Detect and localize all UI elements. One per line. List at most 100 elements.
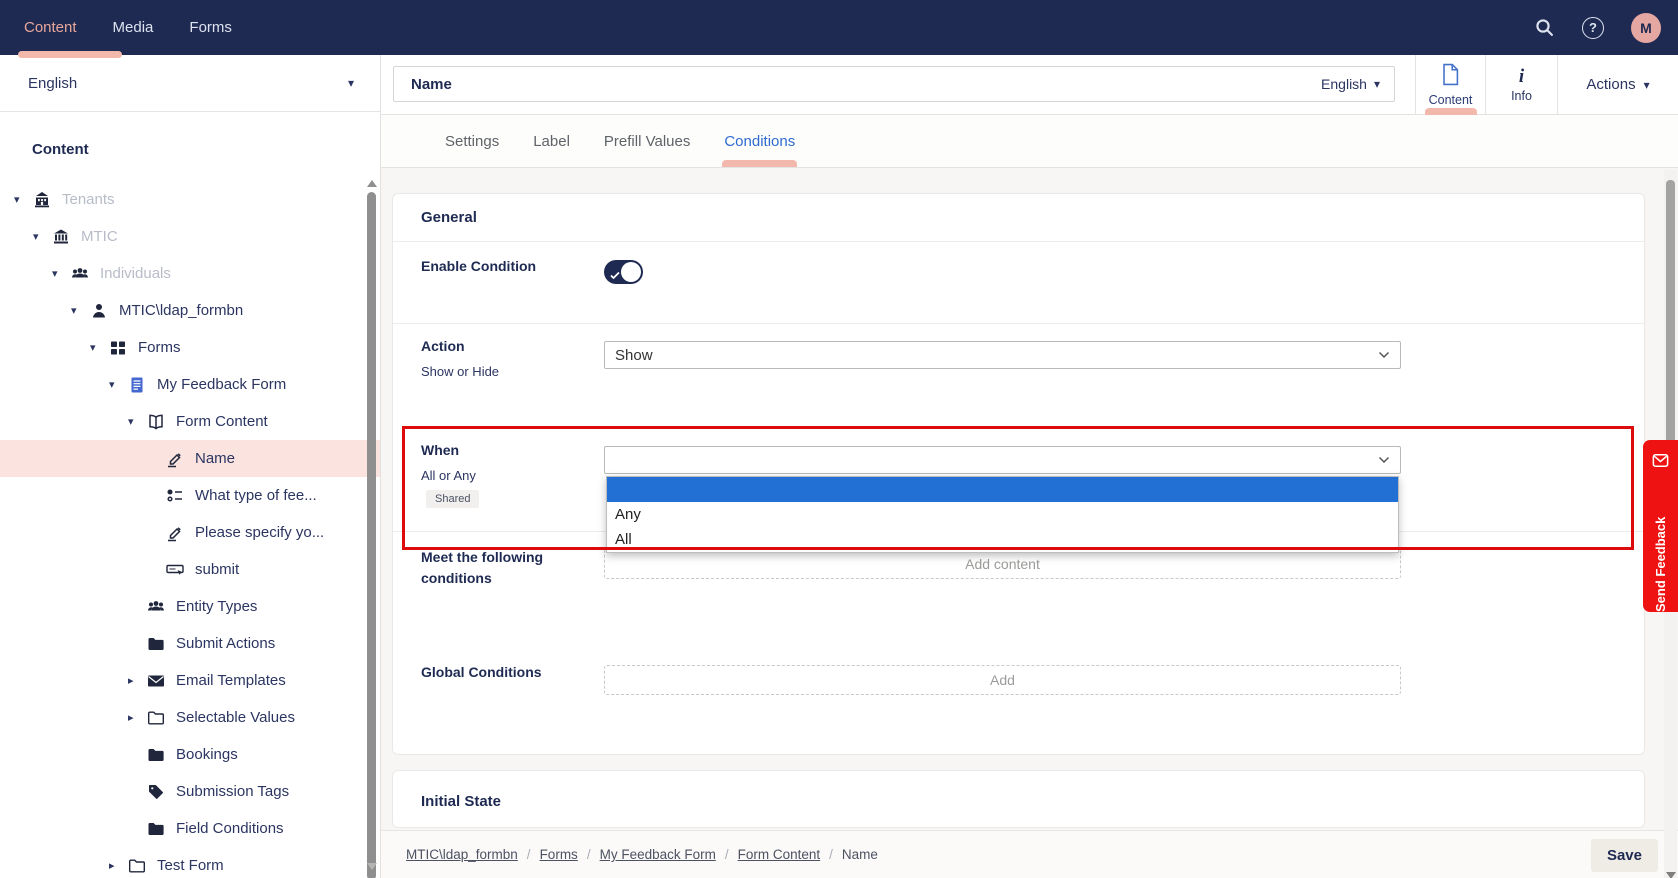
page-header: Name English ▾ Content i Info Actio	[381, 55, 1678, 115]
tree-item[interactable]: Name	[0, 440, 380, 477]
nav-tab[interactable]: Content	[24, 0, 77, 55]
nav-tab[interactable]: Forms	[189, 0, 232, 55]
tree-item[interactable]: ▾ Forms	[0, 329, 380, 366]
action-select[interactable]: Show	[604, 341, 1401, 369]
send-feedback-tab[interactable]: Send Feedback	[1643, 440, 1678, 612]
add-global-condition-button[interactable]: Add	[604, 665, 1401, 695]
dropdown-option[interactable]: Any	[607, 502, 1398, 527]
breadcrumb-item[interactable]: MTIC\ldap_formbn	[406, 847, 540, 862]
tree-item-label: Name	[195, 450, 235, 467]
tree-item[interactable]: ▾ Individuals	[0, 255, 380, 292]
tree-item-label: MTIC\ldap_formbn	[119, 302, 243, 319]
bottom-bar: MTIC\ldap_formbn Forms My Feedback Form …	[381, 830, 1678, 878]
breadcrumb-item[interactable]: Name	[842, 847, 878, 862]
tree-item-icon	[146, 782, 166, 802]
add-content-button[interactable]: Add content	[604, 549, 1401, 579]
tree-item[interactable]: Entity Types	[0, 588, 380, 625]
save-button[interactable]: Save	[1591, 839, 1658, 872]
asset-name-value: Name	[411, 76, 452, 93]
tree-item[interactable]: ▾ Tenants	[0, 181, 380, 218]
top-navbar: Content Media Forms ? M	[0, 0, 1678, 55]
nav-tab-label: Media	[113, 19, 154, 36]
tree-item-label: Individuals	[100, 265, 171, 282]
send-feedback-label: Send Feedback	[1653, 480, 1668, 612]
tree-item[interactable]: ▾ Form Content	[0, 403, 380, 440]
tree-caret-icon[interactable]: ▾	[14, 193, 32, 206]
feedback-envelope-icon	[1651, 451, 1670, 470]
tree-item[interactable]: submit	[0, 551, 380, 588]
initial-state-card: Initial State	[392, 770, 1645, 828]
general-card: General Enable Condition Action Show or …	[392, 193, 1645, 755]
scroll-down-arrow-icon[interactable]	[367, 863, 377, 870]
tree-item[interactable]: ▸ Email Templates	[0, 662, 380, 699]
tree-caret-icon[interactable]: ▾	[128, 415, 146, 428]
tree-caret-icon[interactable]: ▾	[52, 267, 70, 280]
tree-item[interactable]: ▾ My Feedback Form	[0, 366, 380, 403]
tree-item-label: Forms	[138, 339, 181, 356]
breadcrumb-item[interactable]: My Feedback Form	[600, 847, 738, 862]
tab[interactable]: Label	[533, 115, 570, 167]
tree-item[interactable]: ▾ MTIC\ldap_formbn	[0, 292, 380, 329]
tree-item[interactable]: Field Conditions	[0, 810, 380, 847]
tree-item-icon	[146, 708, 166, 728]
breadcrumb-item[interactable]: Forms	[540, 847, 600, 862]
tree-item-icon	[127, 856, 147, 876]
sidebar-language-select[interactable]: English ▾	[0, 55, 380, 112]
tree-item-icon	[165, 486, 185, 506]
tab[interactable]: Settings	[445, 115, 499, 167]
tree-item[interactable]: ▸ Test Form	[0, 847, 380, 878]
tab-label: Prefill Values	[604, 133, 690, 150]
chevron-down-icon: ▾	[1644, 78, 1650, 92]
tree-caret-icon[interactable]: ▸	[109, 859, 127, 872]
dropdown-option[interactable]: All	[607, 527, 1398, 552]
scroll-down-arrow-icon[interactable]	[1666, 872, 1676, 878]
tree-item[interactable]: ▾ MTIC	[0, 218, 380, 255]
tree-caret-icon[interactable]: ▸	[128, 711, 146, 724]
tab[interactable]: Prefill Values	[604, 115, 690, 167]
tree-item[interactable]: ▸ Selectable Values	[0, 699, 380, 736]
user-avatar[interactable]: M	[1631, 13, 1661, 43]
content-view-tab[interactable]: Content	[1415, 55, 1485, 114]
when-select[interactable]	[604, 446, 1401, 474]
initial-state-section-title: Initial State	[421, 793, 501, 810]
dropdown-option[interactable]	[607, 477, 1398, 502]
tree-item[interactable]: What type of fee...	[0, 477, 380, 514]
tree-item-icon	[146, 671, 166, 691]
header-language-select[interactable]: English ▾	[1321, 76, 1380, 92]
chevron-down-icon	[1378, 456, 1390, 464]
tree-item[interactable]: Submission Tags	[0, 773, 380, 810]
tree-item[interactable]: Bookings	[0, 736, 380, 773]
navbar-right-tools: ? M	[1534, 13, 1678, 43]
tree-item-icon	[146, 597, 166, 617]
tree-caret-icon[interactable]: ▾	[90, 341, 108, 354]
info-icon: i	[1519, 67, 1524, 87]
sidebar-scrollbar-thumb[interactable]	[367, 192, 376, 878]
tab[interactable]: Conditions	[724, 115, 795, 167]
tree-item-label: Form Content	[176, 413, 268, 430]
breadcrumb-item[interactable]: Form Content	[738, 847, 842, 862]
actions-menu-button[interactable]: Actions ▾	[1557, 55, 1678, 114]
tree-caret-icon[interactable]: ▾	[71, 304, 89, 317]
tree-item-icon	[165, 523, 185, 543]
tree-item-icon	[165, 560, 185, 580]
add-content-label: Add content	[965, 556, 1040, 572]
scroll-up-arrow-icon[interactable]	[367, 180, 377, 187]
tree-item[interactable]: Please specify yo...	[0, 514, 380, 551]
tree-caret-icon[interactable]: ▾	[109, 378, 127, 391]
tree-caret-icon[interactable]: ▾	[33, 230, 51, 243]
enable-condition-toggle[interactable]	[604, 260, 643, 284]
meet-conditions-label: Meet the following conditions	[421, 547, 581, 589]
toggle-knob	[621, 262, 641, 282]
search-icon[interactable]	[1534, 17, 1555, 38]
tree-item-icon	[146, 745, 166, 765]
tree-caret-icon[interactable]: ▸	[128, 674, 146, 687]
help-icon[interactable]: ?	[1582, 17, 1604, 39]
tree-item-label: Email Templates	[176, 672, 286, 689]
tree-item-label: Tenants	[62, 191, 115, 208]
tree-item[interactable]: Submit Actions	[0, 625, 380, 662]
nav-tab[interactable]: Media	[113, 0, 154, 55]
tree-item-label: Submit Actions	[176, 635, 275, 652]
when-label: When	[421, 442, 459, 458]
asset-name-input[interactable]: Name English ▾	[393, 66, 1395, 102]
info-view-tab[interactable]: i Info	[1485, 55, 1557, 114]
